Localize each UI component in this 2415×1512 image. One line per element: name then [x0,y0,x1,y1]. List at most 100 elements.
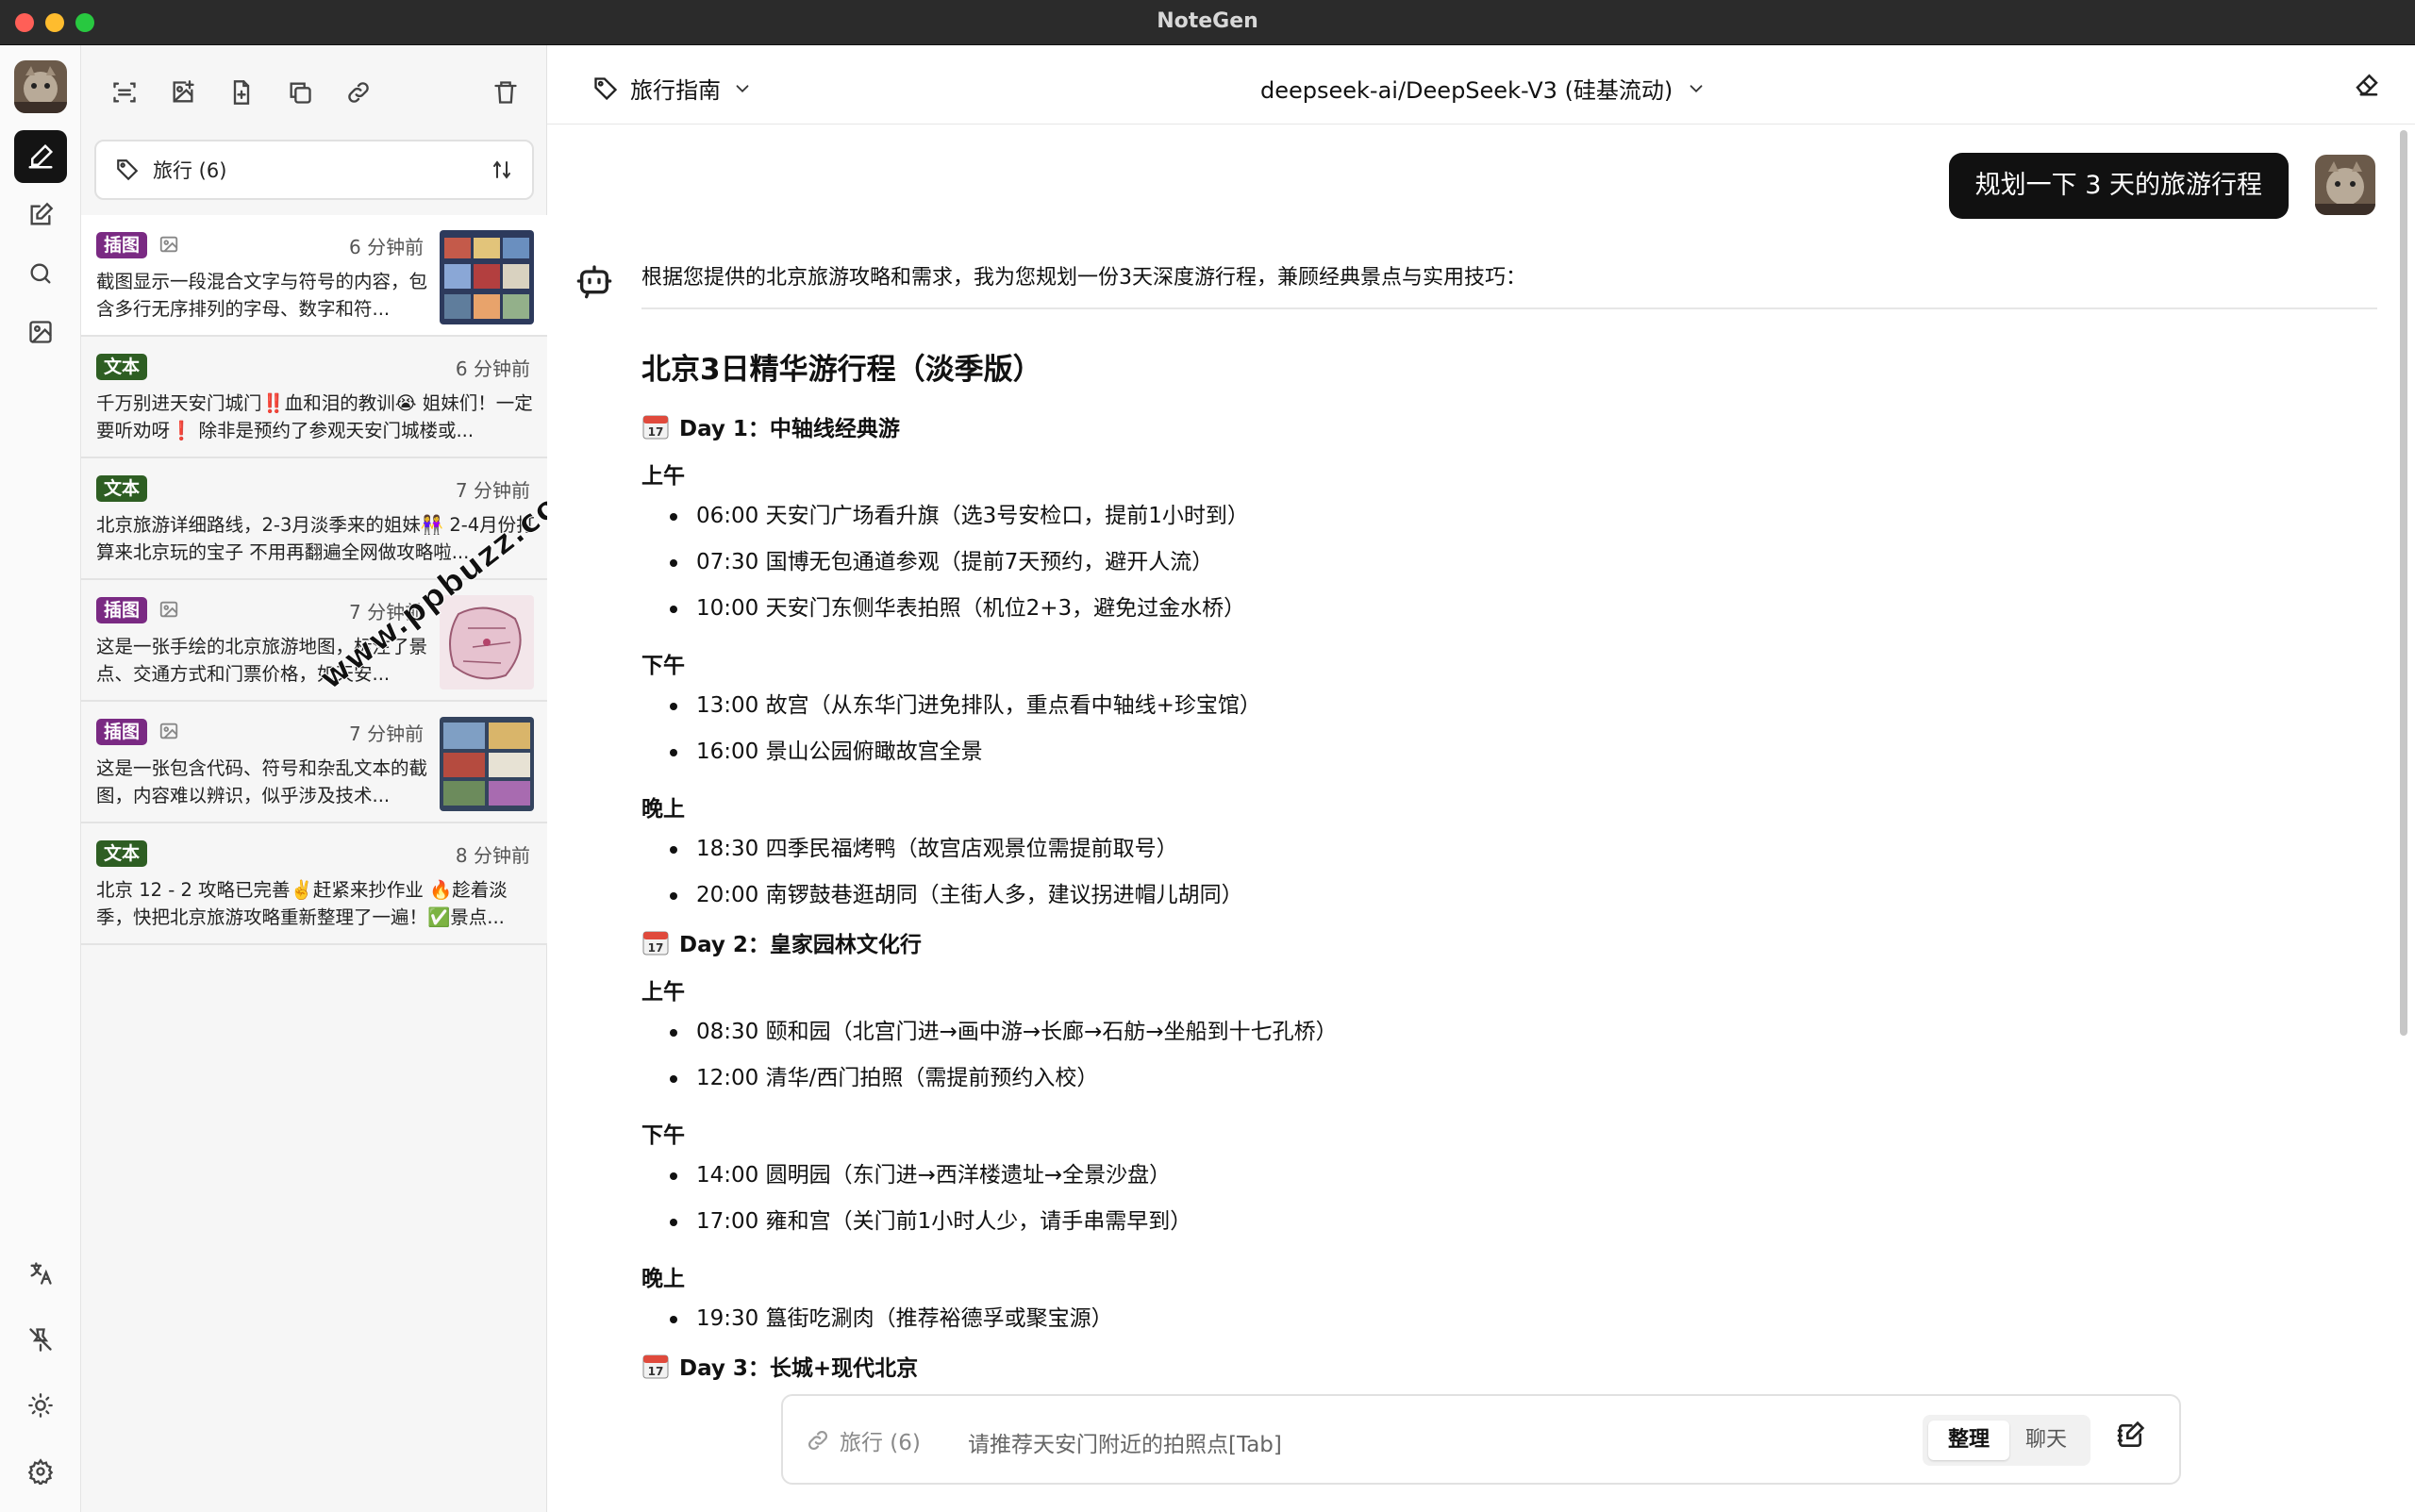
svg-text:17: 17 [648,1365,664,1378]
list-item: 07:30 国博无包通道参观（提前7天预约，避开人流） [641,540,2377,586]
type-badge: 插图 [96,719,148,745]
bot-icon [576,265,612,299]
chevron-down-icon [736,84,749,92]
pen-icon [28,143,54,169]
link-icon [348,82,369,103]
settings-button[interactable] [14,1445,67,1498]
tag-selector-label: 旅行指南 [630,77,721,104]
add-image-button[interactable] [160,70,206,115]
chat-scrollbar[interactable] [2400,130,2407,1036]
day-title: Day 1：中轴线经典游 [679,417,900,441]
chat-main: 旅行指南 deepseek-ai/DeepSeek-V3 (硅基流动) 规划一下… [547,45,2415,1512]
note-description: 这是一张包含代码、符号和杂乱文本的截图，内容难以辨识，似乎涉及技术... [96,757,428,806]
theme-toggle-button[interactable] [14,1379,67,1432]
assistant-avatar [575,262,613,304]
title-bar: NoteGen [0,0,2415,45]
list-item[interactable]: 插图 7 分钟前 这是一张包含代码、符号和杂乱文本的截图，内容难以辨识，似乎涉及… [81,702,547,823]
mode-organize-button[interactable]: 整理 [1928,1421,2009,1460]
tag-filter-select[interactable]: 旅行 (6) [94,140,534,200]
screenshot-button[interactable] [102,70,147,115]
sun-icon [28,1393,53,1418]
list-item[interactable]: 插图 7 分钟前 这是一张手绘的北京旅游地图，标注了景点、交通方式和门票价格，如… [81,580,547,702]
list-item: 18:30 四季民福烤鸭（故宫店观景位需提前取号） [641,826,2377,872]
timestamp: 7 分钟前 [349,723,425,745]
user-avatar[interactable] [14,60,67,113]
nav-image-button[interactable] [14,306,67,358]
list-item[interactable]: 文本 8 分钟前 北京 12 - 2 攻略已完善✌️赶紧来抄作业 🔥趁着淡季，快… [81,823,547,945]
model-selector[interactable]: deepseek-ai/DeepSeek-V3 (硅基流动) [1260,72,1707,105]
add-link-button[interactable] [336,70,381,115]
translate-icon [30,1262,52,1285]
note-description: 北京 12 - 2 攻略已完善✌️赶紧来抄作业 🔥趁着淡季，快把北京旅游攻略重新… [96,879,508,928]
nav-record-button[interactable] [14,130,67,183]
type-badge: 插图 [96,597,148,623]
insert-note-button[interactable] [2115,1421,2145,1454]
activity-list: 18:30 四季民福烤鸭（故宫店观景位需提前取号） 20:00 南锣鼓巷逛胡同（… [641,826,2377,919]
activity-list: 19:30 簋街吃涮肉（推荐裕德孚或聚宝源） [641,1296,2377,1342]
time-of-day-label: 晚上 [641,797,685,822]
type-badge: 文本 [96,354,148,380]
calendar-icon: 17 [642,415,669,440]
add-file-button[interactable] [219,70,264,115]
calendar-icon: 17 [642,1354,669,1379]
time-of-day-label: 下午 [641,1123,685,1148]
note-thumbnail [440,717,534,811]
time-of-day-label: 下午 [641,654,685,678]
chat-messages: 规划一下 3 天的旅游行程 根据您提供的北京旅游攻略和需求，我为您规划一份3天深… [547,125,2415,1417]
list-item: 20:00 南锣鼓巷逛胡同（主街人多，建议拐进帽儿胡同） [641,872,2377,919]
user-message-avatar [2315,155,2375,215]
gear-icon [27,1458,54,1485]
timestamp: 8 分钟前 [455,844,530,867]
image-icon [29,321,52,343]
day-title: Day 2：皇家园林文化行 [679,933,922,957]
list-item: 08:30 颐和园（北宫门进→画中游→长廊→石舫→坐船到十七孔桥） [641,1009,2377,1055]
mode-toggle: 整理 聊天 [1923,1415,2090,1466]
note-edit-icon [2117,1421,2145,1447]
itinerary-title: 北京3日精华游行程（淡季版） [641,353,1042,387]
copy-button[interactable] [277,70,323,115]
note-description: 截图显示一段混合文字与符号的内容，包含多行无序排列的字母、数字和符... [96,271,428,320]
model-selector-label: deepseek-ai/DeepSeek-V3 (硅基流动) [1260,77,1674,104]
list-item: 19:30 簋街吃涮肉（推荐裕德孚或聚宝源） [641,1296,2377,1342]
day-heading: 17 Day 1：中轴线经典游 [641,410,2377,442]
user-message: 规划一下 3 天的旅游行程 [1948,153,2289,219]
list-item: 14:00 圆明园（东门进→西洋楼遗址→全景沙盘） [641,1153,2377,1199]
svg-text:17: 17 [648,425,664,439]
list-item: 12:00 清华/西门拍照（需提前预约入校） [641,1055,2377,1102]
translate-button[interactable] [14,1247,67,1300]
mode-chat-button[interactable]: 聊天 [2006,1421,2087,1460]
activity-list: 06:00 天安门广场看升旗（选3号安检口，提前1小时到） 07:30 国博无包… [641,493,2377,632]
type-badge: 文本 [96,840,148,867]
chat-input[interactable]: 请推荐天安门附近的拍照点[Tab] [968,1426,1282,1458]
chevron-down-icon [1690,84,1703,92]
search-icon [30,263,51,284]
list-item: 17:00 雍和宫（关门前1小时人少，请手串需早到） [641,1199,2377,1245]
list-item[interactable]: 文本 6 分钟前 千万别进天安门城门‼️血和泪的教训😭 姐妹们！一定要听劝呀❗️… [81,337,547,458]
notes-panel: 旅行 (6) 插图 6 分钟前 截图显示一段混合文字与符号的内容，包含多行无序排… [81,45,594,1512]
nav-write-button[interactable] [14,189,67,241]
image-icon [159,723,178,739]
image-plus-icon [173,80,194,103]
type-badge: 插图 [96,232,148,258]
type-badge: 文本 [96,475,148,502]
delete-button[interactable] [483,70,528,115]
nav-search-button[interactable] [14,247,67,300]
image-icon [159,601,178,618]
window-title: NoteGen [1157,9,1258,33]
tag-filter-label: 旅行 (6) [153,159,227,182]
input-tag-chip[interactable]: 旅行 (6) [806,1424,921,1456]
link-icon [808,1431,827,1450]
list-item: 16:00 景山公园俯瞰故宫全景 [641,729,2377,775]
note-thumbnail [440,230,534,324]
pin-off-icon [29,1328,52,1352]
svg-text:17: 17 [648,941,664,955]
unpin-button[interactable] [14,1313,67,1366]
list-item: 13:00 故宫（从东华门进免排队，重点看中轴线+珍宝馆） [641,683,2377,729]
sort-icon[interactable] [491,158,513,181]
list-item[interactable]: 插图 6 分钟前 截图显示一段混合文字与符号的内容，包含多行无序排列的字母、数字… [81,215,547,337]
list-item: 06:00 天安门广场看升旗（选3号安检口，提前1小时到） [641,493,2377,540]
clear-chat-button[interactable] [2353,70,2381,102]
tag-selector[interactable]: 旅行指南 [592,72,753,105]
day-heading: 17 Day 2：皇家园林文化行 [641,926,2377,958]
calendar-icon: 17 [642,931,669,955]
